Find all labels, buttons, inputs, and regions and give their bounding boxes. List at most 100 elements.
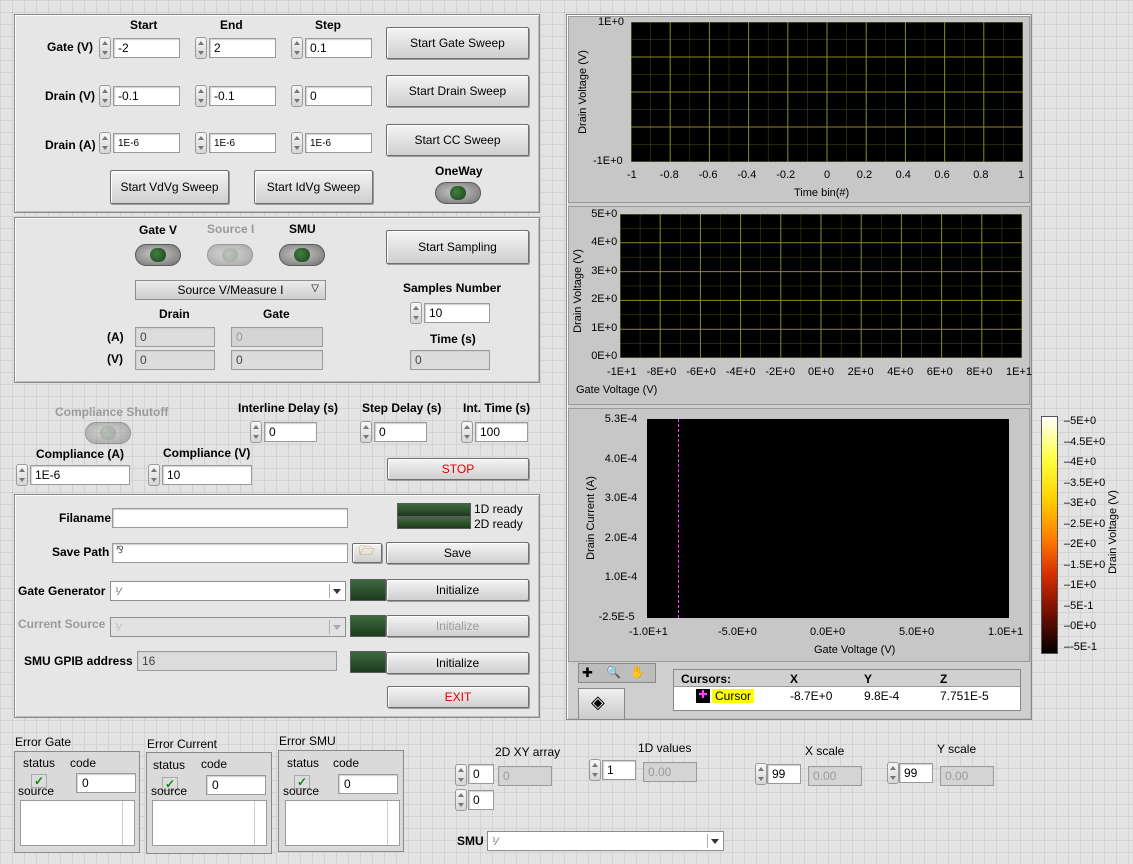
x-scale-index[interactable]: 99 bbox=[767, 764, 801, 784]
colorbar bbox=[1041, 416, 1058, 654]
drainv-step-input[interactable]: 0 bbox=[305, 86, 372, 106]
colorbar-ytick: –1E+0 bbox=[1064, 579, 1097, 592]
draina-step-input[interactable]: 1E-6 bbox=[305, 133, 372, 153]
smu-status-led bbox=[350, 651, 386, 673]
stop-button[interactable]: STOP bbox=[387, 458, 529, 480]
cursor-style-icon[interactable]: ✚ bbox=[696, 689, 710, 703]
start-sampling-button[interactable]: Start Sampling bbox=[386, 230, 529, 264]
compa-input[interactable]: 1E-6 bbox=[30, 465, 130, 485]
chevron-down-icon[interactable] bbox=[329, 584, 343, 598]
inttime-spinner[interactable] bbox=[461, 421, 473, 443]
smu-gpib-input[interactable]: 16 bbox=[137, 651, 337, 671]
error-smu-scrollbar[interactable] bbox=[387, 801, 399, 845]
values-1d-index-spinner[interactable] bbox=[589, 759, 601, 781]
inttime-input[interactable]: 100 bbox=[475, 422, 528, 442]
graph1-xtick: 1 bbox=[1018, 169, 1025, 181]
compv-spinner[interactable] bbox=[148, 464, 160, 486]
graph3-xtick: 0.0E+0 bbox=[810, 626, 846, 638]
save-path-input[interactable] bbox=[112, 543, 348, 563]
chevron-down-icon[interactable] bbox=[707, 834, 721, 848]
graph3-plot[interactable] bbox=[647, 419, 1009, 618]
graph1-xtick: -0.8 bbox=[659, 169, 679, 181]
colorbar-ytick: –4E+0 bbox=[1064, 456, 1097, 469]
initialize-gate-generator-button[interactable]: Initialize bbox=[386, 579, 529, 601]
values-1d-label: 1D values bbox=[638, 741, 692, 755]
graph2-ytick: 2E+0 bbox=[591, 293, 618, 306]
draina-step-spinner[interactable] bbox=[291, 132, 303, 154]
cursor-move-pad[interactable]: ◈ bbox=[578, 688, 625, 720]
start-idvg-sweep-button[interactable]: Start IdVg Sweep bbox=[254, 170, 373, 204]
values-1d-index[interactable]: 1 bbox=[602, 760, 636, 780]
draina-end-input[interactable]: 1E-6 bbox=[209, 133, 276, 153]
initialize-smu-button[interactable]: Initialize bbox=[386, 652, 529, 674]
array-2d-index0-spinner[interactable] bbox=[455, 764, 467, 786]
graph1-xlabel: Time bin(#) bbox=[794, 187, 850, 199]
start-cc-sweep-button[interactable]: Start CC Sweep bbox=[386, 124, 529, 156]
y-scale-index-spinner[interactable] bbox=[887, 762, 899, 784]
draina-start-input[interactable]: 1E-6 bbox=[113, 133, 180, 153]
error-current-scrollbar[interactable] bbox=[254, 801, 266, 845]
samples-spinner[interactable] bbox=[410, 302, 422, 324]
gate-start-spinner[interactable] bbox=[99, 37, 111, 59]
start-vdvg-sweep-button[interactable]: Start VdVg Sweep bbox=[110, 170, 229, 204]
draina-end-spinner[interactable] bbox=[195, 132, 207, 154]
graph2-xtick: -1E+1 bbox=[607, 366, 637, 378]
compliance-v-label: Compliance (V) bbox=[163, 446, 251, 460]
gate-start-input[interactable]: -2 bbox=[113, 38, 180, 58]
save-button[interactable]: Save bbox=[386, 542, 529, 564]
graph1-plot[interactable] bbox=[630, 21, 1024, 163]
array-2d-index1-spinner[interactable] bbox=[455, 789, 467, 811]
drainv-start-input[interactable]: -0.1 bbox=[113, 86, 180, 106]
time-label: Time (s) bbox=[430, 332, 476, 346]
error-gate-code: 0 bbox=[76, 773, 136, 793]
drain-a-readout: 0 bbox=[135, 327, 215, 347]
stepdelay-input[interactable]: 0 bbox=[374, 422, 427, 442]
filename-input[interactable] bbox=[112, 508, 348, 528]
gate-step-spinner[interactable] bbox=[291, 37, 303, 59]
cursor-name[interactable]: Cursor bbox=[712, 689, 755, 703]
zoom-icon[interactable]: 🔍 bbox=[606, 665, 621, 679]
graph3-ytick: 3.0E-4 bbox=[604, 492, 638, 505]
smu-select[interactable]: ⅟ bbox=[487, 831, 724, 851]
interline-spinner[interactable] bbox=[250, 421, 262, 443]
drainv-end-input[interactable]: -0.1 bbox=[209, 86, 276, 106]
compv-input[interactable]: 10 bbox=[162, 465, 252, 485]
colorbar-ytick: –5E-1 bbox=[1064, 599, 1094, 612]
array-2d-index1[interactable]: 0 bbox=[468, 790, 494, 810]
array-2d-index0[interactable]: 0 bbox=[468, 764, 494, 784]
pan-hand-icon[interactable]: ✋ bbox=[630, 665, 645, 679]
y-scale-index[interactable]: 99 bbox=[899, 763, 933, 783]
interline-delay-label: Interline Delay (s) bbox=[238, 401, 339, 415]
drainv-end-spinner[interactable] bbox=[195, 85, 207, 107]
exit-button[interactable]: EXIT bbox=[387, 686, 529, 708]
graph3-ylabel: Drain Current (A) bbox=[585, 476, 597, 560]
colorbar-ytick: –3.5E+0 bbox=[1064, 476, 1106, 489]
drainv-start-spinner[interactable] bbox=[99, 85, 111, 107]
gatev-toggle[interactable] bbox=[135, 244, 181, 266]
graph2-plot[interactable] bbox=[619, 213, 1023, 359]
x-scale-index-spinner[interactable] bbox=[755, 763, 767, 785]
compliance-shutoff-toggle bbox=[85, 422, 131, 444]
oneway-toggle[interactable] bbox=[435, 182, 481, 204]
drainv-step-spinner[interactable] bbox=[291, 85, 303, 107]
samples-input[interactable]: 10 bbox=[424, 303, 490, 323]
graph3-cursor-line[interactable] bbox=[678, 419, 679, 618]
initialize-current-source-button: Initialize bbox=[386, 615, 529, 637]
start-drain-sweep-button[interactable]: Start Drain Sweep bbox=[386, 75, 529, 107]
graph2-xtick: 2E+0 bbox=[847, 366, 874, 378]
smu-toggle[interactable] bbox=[279, 244, 325, 266]
gate-generator-label: Gate Generator bbox=[18, 584, 106, 598]
start-gate-sweep-button[interactable]: Start Gate Sweep bbox=[386, 27, 529, 59]
gate-end-spinner[interactable] bbox=[195, 37, 207, 59]
gate-generator-select[interactable]: ⅟ bbox=[110, 581, 346, 601]
mode-selector[interactable]: Source V/Measure I ▽ bbox=[135, 280, 326, 300]
interline-input[interactable]: 0 bbox=[264, 422, 317, 442]
error-gate-scrollbar[interactable] bbox=[122, 801, 134, 845]
draina-start-spinner[interactable] bbox=[99, 132, 111, 154]
gate-step-input[interactable]: 0.1 bbox=[305, 38, 372, 58]
compa-spinner[interactable] bbox=[16, 464, 28, 486]
crosshair-icon[interactable]: ✚ bbox=[582, 665, 593, 681]
gate-end-input[interactable]: 2 bbox=[209, 38, 276, 58]
browse-folder-button[interactable]: 🗁 bbox=[352, 543, 382, 563]
stepdelay-spinner[interactable] bbox=[360, 421, 372, 443]
